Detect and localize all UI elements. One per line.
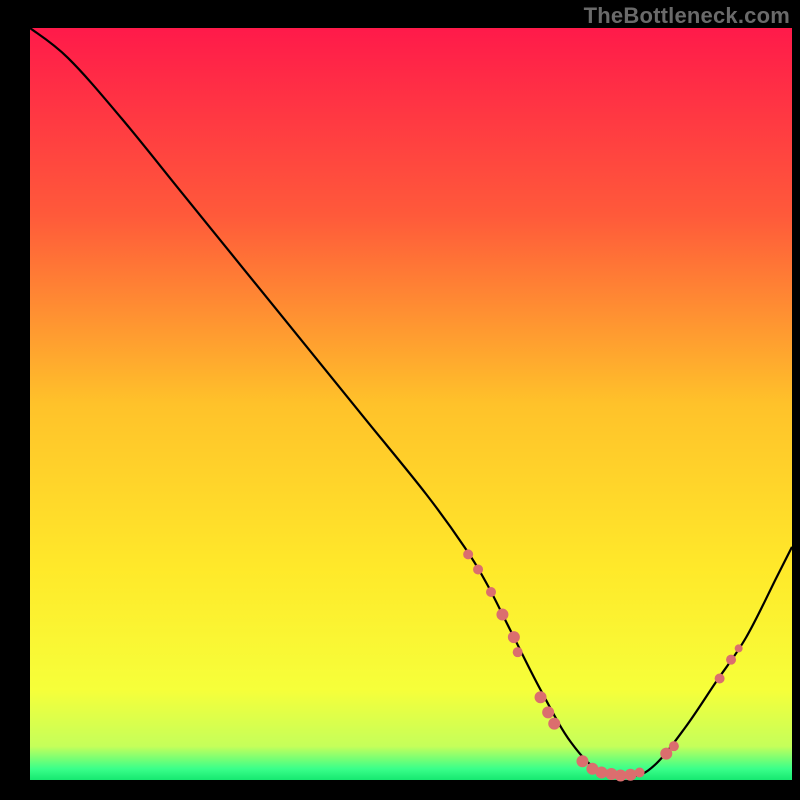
curve-marker — [473, 564, 483, 574]
curve-marker — [669, 741, 679, 751]
curve-marker — [735, 644, 743, 652]
curve-marker — [535, 691, 547, 703]
curve-marker — [715, 673, 725, 683]
curve-marker — [542, 706, 554, 718]
curve-marker — [576, 755, 588, 767]
curve-marker — [496, 609, 508, 621]
curve-marker — [726, 655, 736, 665]
watermark-label: TheBottleneck.com — [584, 3, 790, 29]
curve-marker — [508, 631, 520, 643]
chart-container: TheBottleneck.com — [0, 0, 800, 800]
curve-marker — [624, 769, 636, 781]
curve-marker — [463, 549, 473, 559]
plot-background — [30, 28, 792, 780]
curve-marker — [635, 767, 645, 777]
curve-marker — [513, 647, 523, 657]
curve-marker — [486, 587, 496, 597]
curve-marker — [548, 718, 560, 730]
bottleneck-chart — [0, 0, 800, 800]
